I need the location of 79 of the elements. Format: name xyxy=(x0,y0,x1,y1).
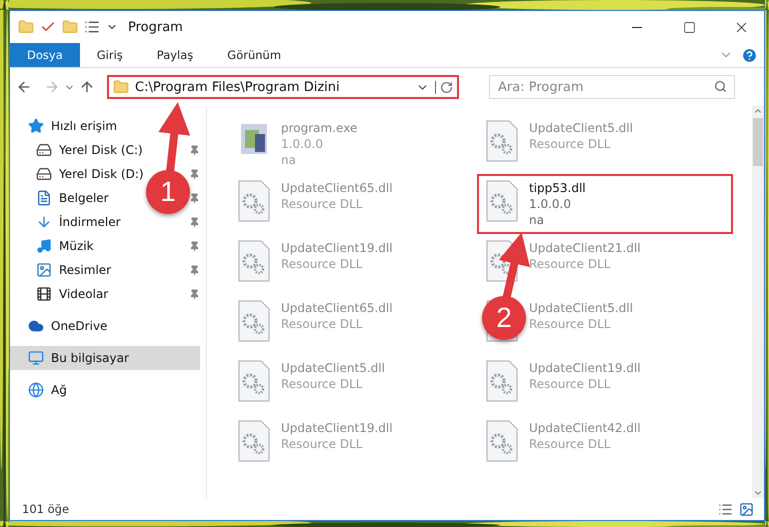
settings-file-icon xyxy=(485,180,519,222)
file-detail: na xyxy=(281,152,297,168)
callout-arrow xyxy=(158,102,190,172)
file-detail: Resource DLL xyxy=(529,256,612,272)
file-name[interactable]: UpdateClient19.dll xyxy=(281,420,393,436)
sidebar-item[interactable]: Bu bilgisayar xyxy=(10,346,200,370)
settings-file-icon xyxy=(485,120,519,162)
settings-file-icon xyxy=(485,360,519,402)
drive-icon xyxy=(36,142,52,158)
sidebar-item[interactable]: Hızlı erişim xyxy=(10,114,122,138)
file-detail: Resource DLL xyxy=(529,316,612,332)
file-detail: Resource DLL xyxy=(281,436,364,452)
sidebar-item[interactable]: Videolar xyxy=(10,282,112,306)
large-icons-view-icon[interactable] xyxy=(739,502,754,516)
folder-icon xyxy=(113,79,129,95)
file-name[interactable]: UpdateClient5.dll xyxy=(529,300,633,316)
address-path: C:\Program Files\Program Dizini xyxy=(135,80,341,94)
scrollbar[interactable] xyxy=(752,106,764,498)
window-title: Program xyxy=(128,20,184,34)
ribbon-tab[interactable]: Giriş xyxy=(80,43,140,67)
sidebar-item[interactable]: Yerel Disk (D:) xyxy=(10,162,148,186)
file-detail: 1.0.0.0 xyxy=(529,196,572,212)
file-detail: Resource DLL xyxy=(529,376,612,392)
address-bar[interactable]: C:\Program Files\Program Dizini xyxy=(107,75,459,99)
help-icon[interactable] xyxy=(741,46,758,64)
ribbon-tab[interactable]: Görünüm xyxy=(210,43,298,67)
maximize-icon xyxy=(682,20,696,34)
file-detail: Resource DLL xyxy=(281,316,364,332)
file-detail: na xyxy=(529,212,545,228)
file-detail: Resource DLL xyxy=(529,136,612,152)
file-detail: Resource DLL xyxy=(529,436,612,452)
file-detail: Resource DLL xyxy=(281,196,364,212)
drive-icon xyxy=(36,166,52,182)
file-name[interactable]: UpdateClient19.dll xyxy=(529,360,641,376)
back-icon[interactable] xyxy=(16,79,32,95)
file-detail: 1.0.0.0 xyxy=(281,136,324,152)
file-name[interactable]: UpdateClient19.dll xyxy=(281,240,393,256)
download-icon xyxy=(36,214,52,230)
file-detail: Resource DLL xyxy=(281,256,364,272)
star-icon xyxy=(28,118,44,134)
settings-file-icon xyxy=(237,180,271,222)
minimize-icon xyxy=(632,26,642,28)
settings-file-icon xyxy=(237,360,271,402)
file-name[interactable]: UpdateClient5.dll xyxy=(281,360,385,376)
sidebar-item[interactable]: Ağ xyxy=(10,378,71,402)
picture-icon xyxy=(36,262,52,278)
sidebar-item[interactable]: Belgeler xyxy=(10,186,113,210)
film-icon xyxy=(36,286,52,302)
sidebar-item[interactable]: Resimler xyxy=(10,258,116,282)
ribbon-tab[interactable]: Dosya xyxy=(10,43,80,67)
cloud-icon xyxy=(28,318,44,334)
file-name[interactable]: UpdateClient21.dll xyxy=(529,240,641,256)
sidebar-item[interactable]: Yerel Disk (C:) xyxy=(10,138,147,162)
settings-file-icon xyxy=(237,420,271,462)
file-detail: Resource DLL xyxy=(281,376,364,392)
settings-file-icon xyxy=(237,240,271,282)
settings-file-icon xyxy=(485,420,519,462)
sidebar-item[interactable]: OneDrive xyxy=(10,314,112,338)
scrollbar-thumb[interactable] xyxy=(753,118,763,166)
file-name[interactable]: UpdateClient65.dll xyxy=(281,180,393,196)
properties-icon[interactable] xyxy=(84,19,100,35)
details-view-icon[interactable] xyxy=(718,502,733,516)
settings-file-icon xyxy=(237,300,271,342)
sidebar-item[interactable]: Müzik xyxy=(10,234,98,258)
network-icon xyxy=(28,382,44,398)
file-name[interactable]: UpdateClient42.dll xyxy=(529,420,641,436)
music-icon xyxy=(36,238,52,254)
file-name[interactable]: UpdateClient65.dll xyxy=(281,300,393,316)
item-count: 101 öğe xyxy=(22,502,70,516)
file-name[interactable]: tipp53.dll xyxy=(529,180,586,196)
search-field[interactable]: Ara: Program xyxy=(489,75,735,99)
search-icon[interactable] xyxy=(714,80,727,93)
up-icon[interactable] xyxy=(79,79,95,95)
sidebar-item[interactable]: İndirmeler xyxy=(10,210,125,234)
ribbon-tab[interactable]: Paylaş xyxy=(140,43,210,67)
document-icon xyxy=(36,190,52,206)
file-name[interactable]: program.exe xyxy=(281,120,358,136)
monitor-icon xyxy=(28,350,44,366)
file-name[interactable]: UpdateClient5.dll xyxy=(529,120,633,136)
